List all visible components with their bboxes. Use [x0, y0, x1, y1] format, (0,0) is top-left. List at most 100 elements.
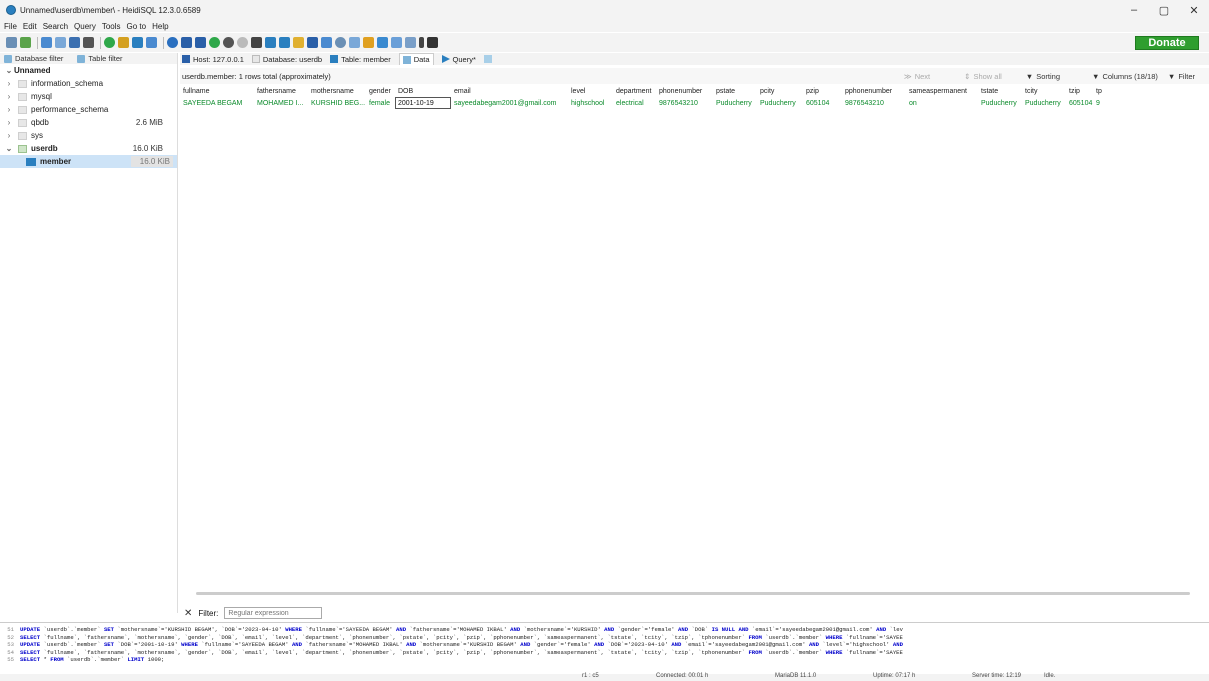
horizontal-scrollbar[interactable]: [196, 592, 1190, 595]
info-icon[interactable]: [419, 37, 424, 48]
tab-table[interactable]: Table: member: [330, 55, 391, 64]
column-header[interactable]: fullname: [180, 85, 254, 97]
save-icon[interactable]: [307, 37, 318, 48]
column-header[interactable]: department: [613, 85, 656, 97]
replace-icon[interactable]: [349, 37, 360, 48]
table-cell[interactable]: SAYEEDA BEGAM: [180, 97, 254, 109]
print-icon[interactable]: [83, 37, 94, 48]
table-cell[interactable]: Puducherry: [757, 97, 803, 109]
execute-icon[interactable]: [265, 37, 276, 48]
menu-search[interactable]: Search: [43, 22, 68, 31]
help-icon[interactable]: [167, 37, 178, 48]
tree-item-information-schema[interactable]: › information_schema: [0, 77, 177, 90]
open-file-icon[interactable]: [293, 37, 304, 48]
table-cell[interactable]: 605104: [803, 97, 842, 109]
column-header[interactable]: mothersname: [308, 85, 366, 97]
chevron-right-icon[interactable]: ›: [4, 105, 14, 114]
table-cell[interactable]: 9876543210: [842, 97, 906, 109]
column-header[interactable]: tstate: [978, 85, 1022, 97]
table-cell[interactable]: Puducherry: [978, 97, 1022, 109]
show-all-button[interactable]: ⇕ Show all: [964, 72, 1002, 81]
format-icon[interactable]: [363, 37, 374, 48]
close-icon[interactable]: ✕: [184, 608, 192, 619]
last-record-icon[interactable]: [195, 37, 206, 48]
tab-data[interactable]: Data: [398, 53, 434, 65]
table-cell[interactable]: female: [366, 97, 395, 109]
chevron-right-icon[interactable]: ›: [4, 131, 14, 140]
chevron-right-icon[interactable]: ›: [4, 92, 14, 101]
column-header[interactable]: tp: [1093, 85, 1107, 97]
filter-input[interactable]: [224, 607, 323, 619]
tab-host[interactable]: Host: 127.0.0.1: [182, 55, 244, 64]
column-header[interactable]: sameaspermanent: [906, 85, 978, 97]
database-filter[interactable]: Database filter: [4, 54, 63, 63]
copy-icon[interactable]: [41, 37, 52, 48]
column-header[interactable]: gender: [366, 85, 395, 97]
maximize-button[interactable]: ▢: [1149, 0, 1179, 20]
delete-record-icon[interactable]: [223, 37, 234, 48]
tab-database[interactable]: Database: userdb: [251, 55, 322, 64]
column-header[interactable]: tzip: [1066, 85, 1093, 97]
first-record-icon[interactable]: [181, 37, 192, 48]
table-cell[interactable]: highschool: [568, 97, 613, 109]
search-icon[interactable]: [335, 37, 346, 48]
post-icon[interactable]: [237, 37, 248, 48]
close-button[interactable]: ✕: [1179, 0, 1209, 20]
connect-icon[interactable]: [6, 37, 17, 48]
insert-record-icon[interactable]: [209, 37, 220, 48]
menu-query[interactable]: Query: [74, 22, 96, 31]
session-node[interactable]: ⌄ Unnamed: [0, 64, 177, 77]
execute-selection-icon[interactable]: [279, 37, 290, 48]
tab-new-query[interactable]: [483, 55, 492, 63]
text-format-icon[interactable]: [377, 37, 388, 48]
tree-item-userdb[interactable]: ⌄ userdb 16.0 KiB: [0, 142, 177, 155]
column-header[interactable]: phonenumber: [656, 85, 713, 97]
columns-button[interactable]: ▼ Columns (18/18): [1092, 72, 1158, 81]
table-cell[interactable]: Puducherry: [713, 97, 757, 109]
tree-item-performance-schema[interactable]: › performance_schema: [0, 103, 177, 116]
table-cell[interactable]: KURSHID BEG...: [308, 97, 366, 109]
table-cell[interactable]: 9: [1093, 97, 1107, 109]
log-icon[interactable]: [405, 37, 416, 48]
chevron-down-icon[interactable]: ⌄: [4, 144, 14, 153]
menu-tools[interactable]: Tools: [102, 22, 121, 31]
cell-editor[interactable]: 2001-10-19: [395, 97, 451, 109]
tab-query[interactable]: Query*: [441, 55, 476, 64]
column-header[interactable]: pstate: [713, 85, 757, 97]
table-cell[interactable]: Puducherry: [1022, 97, 1066, 109]
menu-help[interactable]: Help: [152, 22, 168, 31]
data-grid[interactable]: fullname fathersname mothersname gender …: [180, 85, 1209, 595]
table-cell[interactable]: MOHAMED I...: [254, 97, 308, 109]
wordwrap-icon[interactable]: [391, 37, 402, 48]
export-icon[interactable]: [146, 37, 157, 48]
tree-item-sys[interactable]: › sys: [0, 129, 177, 142]
paste-icon[interactable]: [55, 37, 66, 48]
minimize-button[interactable]: –: [1119, 0, 1149, 20]
refresh-icon[interactable]: [104, 37, 115, 48]
table-cell[interactable]: 605104: [1066, 97, 1093, 109]
table-cell[interactable]: on: [906, 97, 978, 109]
table-filter[interactable]: Table filter: [77, 54, 123, 63]
cancel-icon[interactable]: [251, 37, 262, 48]
disconnect-icon[interactable]: [20, 37, 31, 48]
next-button[interactable]: ≫ Next: [904, 72, 930, 81]
tree-item-member[interactable]: member 16.0 KiB: [0, 155, 177, 168]
column-header[interactable]: email: [451, 85, 568, 97]
menu-goto[interactable]: Go to: [127, 22, 147, 31]
close-tab-icon[interactable]: [427, 37, 438, 48]
chevron-down-icon[interactable]: ⌄: [4, 66, 14, 75]
column-header[interactable]: level: [568, 85, 613, 97]
chevron-right-icon[interactable]: ›: [4, 118, 14, 127]
sorting-button[interactable]: ▼ Sorting: [1026, 72, 1060, 81]
menu-edit[interactable]: Edit: [23, 22, 37, 31]
table-row[interactable]: SAYEEDA BEGAM MOHAMED I... KURSHID BEG..…: [180, 97, 1107, 109]
tree-item-qbdb[interactable]: › qbdb 2.6 MiB: [0, 116, 177, 129]
column-header[interactable]: fathersname: [254, 85, 308, 97]
table-cell[interactable]: electrical: [613, 97, 656, 109]
menu-file[interactable]: File: [4, 22, 17, 31]
chevron-right-icon[interactable]: ›: [4, 79, 14, 88]
sql-log[interactable]: 51 UPDATE `userdb`.`member` SET `mothersn…: [0, 622, 1209, 672]
query-icon[interactable]: [321, 37, 332, 48]
table-cell[interactable]: 9876543210: [656, 97, 713, 109]
undo-icon[interactable]: [69, 37, 80, 48]
